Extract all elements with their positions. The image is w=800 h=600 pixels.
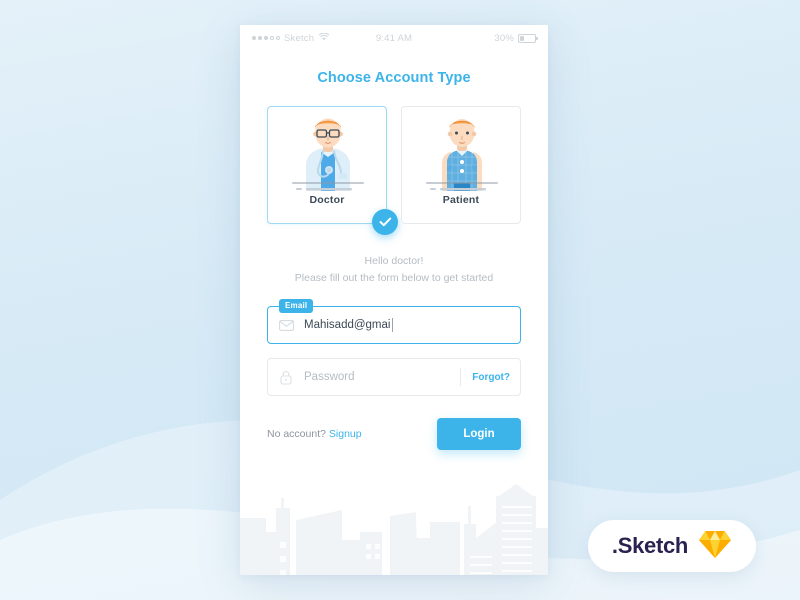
wifi-icon — [319, 32, 330, 44]
password-field[interactable]: Password Forgot? — [267, 358, 521, 396]
signup-link[interactable]: Signup — [329, 428, 362, 440]
lock-icon — [278, 369, 294, 385]
greeting-line-1: Hello doctor! — [364, 255, 424, 267]
battery-percent-label: 30% — [494, 32, 514, 44]
doctor-illustration — [268, 107, 386, 197]
login-form: Email Mahisadd@gmai Password Forgot? No … — [267, 299, 521, 450]
no-account-text: No account? Signup — [267, 428, 362, 440]
account-type-selector: Doctor Patient — [240, 106, 548, 235]
envelope-icon — [278, 317, 294, 333]
status-bar-right: 30% — [494, 32, 538, 44]
greeting-block: Hello doctor! Please fill out the form b… — [240, 255, 548, 284]
account-type-card-doctor[interactable]: Doctor — [267, 106, 398, 235]
status-bar: Sketch 9:41 AM 30% — [240, 25, 548, 51]
battery-icon — [518, 33, 538, 43]
password-input-placeholder[interactable]: Password — [304, 371, 355, 383]
sketch-diamond-icon — [698, 529, 732, 564]
sketch-watermark-badge: .Sketch — [588, 520, 756, 572]
email-input-value[interactable]: Mahisadd@gmai — [304, 318, 394, 332]
check-icon — [379, 217, 391, 227]
account-type-card-patient[interactable]: Patient — [401, 106, 521, 224]
carrier-label: Sketch — [284, 32, 315, 44]
text-cursor — [392, 318, 394, 332]
page-title: Choose Account Type — [317, 70, 471, 86]
phone-mockup: Sketch 9:41 AM 30% Choose Account Type D… — [240, 25, 548, 575]
login-button[interactable]: Login — [437, 418, 521, 450]
status-bar-left: Sketch — [252, 32, 330, 44]
form-footer: No account? Signup Login — [267, 418, 521, 450]
patient-illustration — [402, 107, 520, 197]
greeting-line-2: Please fill out the form below to get st… — [294, 272, 494, 284]
no-account-label: No account? — [267, 428, 326, 440]
app-screen: Choose Account Type Doctor Patient Hello… — [240, 70, 548, 575]
city-skyline-watermark — [240, 484, 548, 575]
email-field-label: Email — [279, 299, 314, 313]
selected-check-badge[interactable] — [372, 209, 398, 235]
forgot-password-link[interactable]: Forgot? — [461, 372, 510, 383]
email-input-text: Mahisadd@gmai — [304, 319, 391, 331]
signal-strength-icon — [252, 36, 280, 40]
sketch-watermark-label: .Sketch — [611, 533, 689, 558]
email-field[interactable]: Email Mahisadd@gmai — [267, 299, 521, 344]
